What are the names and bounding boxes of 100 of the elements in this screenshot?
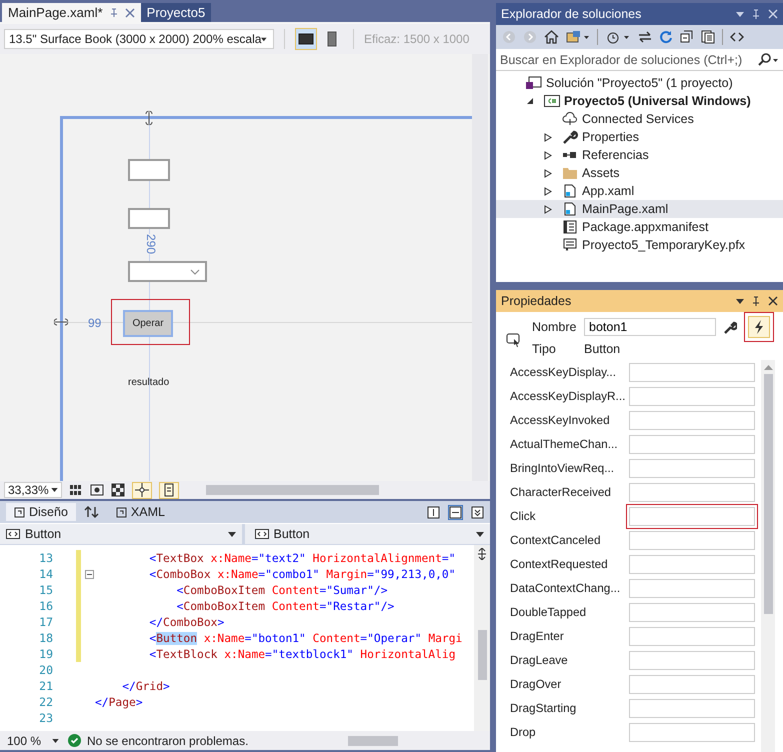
element-dropdown[interactable]: Button [248,524,490,544]
document-tab[interactable]: MainPage.xaml* [2,3,141,22]
collapsed-icon[interactable] [544,186,552,196]
scroll-up-icon[interactable] [764,364,772,370]
event-handler-field[interactable] [629,530,755,550]
tree-item[interactable]: Assets [582,166,620,180]
event-handler-field[interactable] [629,602,755,622]
clock-icon[interactable] [605,30,631,44]
code-icon[interactable] [730,30,744,44]
split-vertical-icon[interactable] [427,506,440,518]
checkerboard-icon[interactable] [111,483,125,497]
event-handler-field[interactable] [629,578,755,598]
caret-icon [261,36,267,42]
scroll-thumb[interactable] [764,374,772,614]
folder-icon [562,166,578,180]
event-name: DataContextChang... [510,581,622,595]
tree-item[interactable]: Package.appxmanifest [582,220,708,234]
code-line: </Grid> [121,680,170,692]
solution-icon [526,76,542,90]
combobox-control[interactable] [128,261,207,282]
line-number: 13 [38,551,53,565]
tree-item[interactable]: App.xaml [582,184,634,198]
pin-icon[interactable] [751,296,761,306]
effects-icon[interactable] [90,484,104,496]
scrollbar[interactable] [761,360,775,752]
event-name: ContextCanceled [510,533,602,547]
search-icon[interactable] [757,52,779,66]
collapsed-icon[interactable] [544,132,552,142]
event-handler-field[interactable] [629,482,755,502]
event-handler-field[interactable] [629,698,755,718]
event-handler-field[interactable] [629,362,755,382]
event-handler-field[interactable] [629,386,755,406]
landscape-icon[interactable] [298,33,314,45]
event-handler-field[interactable] [629,674,755,694]
scrollbar[interactable] [474,545,490,731]
event-name: AccessKeyDisplayR... [510,389,624,403]
sync-icon[interactable] [638,30,652,44]
tree-item[interactable]: Referencias [582,148,649,162]
close-icon[interactable] [768,296,778,306]
device-icon[interactable] [164,483,174,497]
event-name: BringIntoViewReq... [510,461,616,475]
view-tab[interactable]: Diseño [6,503,76,521]
document-tab[interactable]: Proyecto5 [140,3,212,22]
event-handler-field[interactable] [629,626,755,646]
collapse-all-icon[interactable] [680,30,694,44]
cloud-icon [562,112,578,126]
wrench-icon[interactable] [723,320,737,334]
tree-item[interactable]: Properties [582,130,639,144]
collapse-icon[interactable] [84,570,94,578]
event-name: DragOver [510,677,562,691]
check-icon [68,734,81,747]
code-line: <ComboBox x:Name="combo1" Margin="99,213,0,0" [148,568,456,580]
collapsed-icon[interactable] [544,168,552,178]
event-handler-field[interactable] [629,458,755,478]
switch-views-icon[interactable] [566,30,590,44]
margin-label: 290 [144,234,158,254]
event-handler-field[interactable] [629,434,755,454]
tree-item[interactable]: Proyecto5_TemporaryKey.pfx [582,238,746,252]
event-handler-field[interactable] [629,650,755,670]
lightning-icon[interactable] [754,320,764,334]
name-field[interactable]: boton1 [584,318,716,336]
snap-icon[interactable] [135,483,149,497]
home-icon[interactable] [544,30,559,44]
event-handler-field[interactable] [629,554,755,574]
textbox-control[interactable] [128,208,170,229]
scrollbar[interactable] [472,54,488,481]
zoom-dropdown[interactable]: 100 % [4,732,62,748]
zoom-dropdown[interactable]: 33,33% [4,482,62,498]
expanded-icon[interactable] [526,97,534,105]
refresh-icon[interactable] [659,30,673,44]
tree-item[interactable]: Connected Services [582,112,694,126]
operate-button[interactable]: Operar [125,312,171,335]
device-dropdown[interactable]: 13.5" Surface Book (3000 x 2000) 200% escala [4,29,274,49]
code-line: <ComboBoxItem Content="Sumar"/> [176,584,388,596]
caret-icon[interactable] [736,298,744,304]
tree-item[interactable]: Proyecto5 (Universal Windows) [564,94,751,108]
collapse-pane-icon[interactable] [471,506,484,518]
collapsed-icon[interactable] [544,150,552,160]
event-handler-field[interactable] [629,722,755,742]
event-handler-field[interactable] [629,410,755,430]
file-icon [562,202,578,216]
scroll-thumb[interactable] [206,485,379,495]
collapsed-icon[interactable] [544,204,552,214]
pages-icon[interactable] [701,30,715,44]
scroll-thumb[interactable] [478,630,486,680]
tree-item[interactable]: Solución "Proyecto5" (1 proyecto) [546,76,733,90]
grid-icon[interactable] [69,484,83,496]
view-icon [116,506,127,518]
pin-icon[interactable] [108,8,119,18]
portrait-icon[interactable] [327,31,337,47]
swap-icon[interactable] [84,505,100,519]
view-tab[interactable]: XAML [108,503,173,521]
event-handler-field[interactable] [629,506,755,526]
caret-icon[interactable] [736,12,744,16]
file-icon [562,184,578,198]
close-icon[interactable] [124,8,135,18]
split-horizontal-icon[interactable] [448,504,463,520]
scroll-thumb[interactable] [348,736,398,746]
textbox-control[interactable] [128,159,170,181]
split-handle-icon[interactable] [476,548,488,560]
